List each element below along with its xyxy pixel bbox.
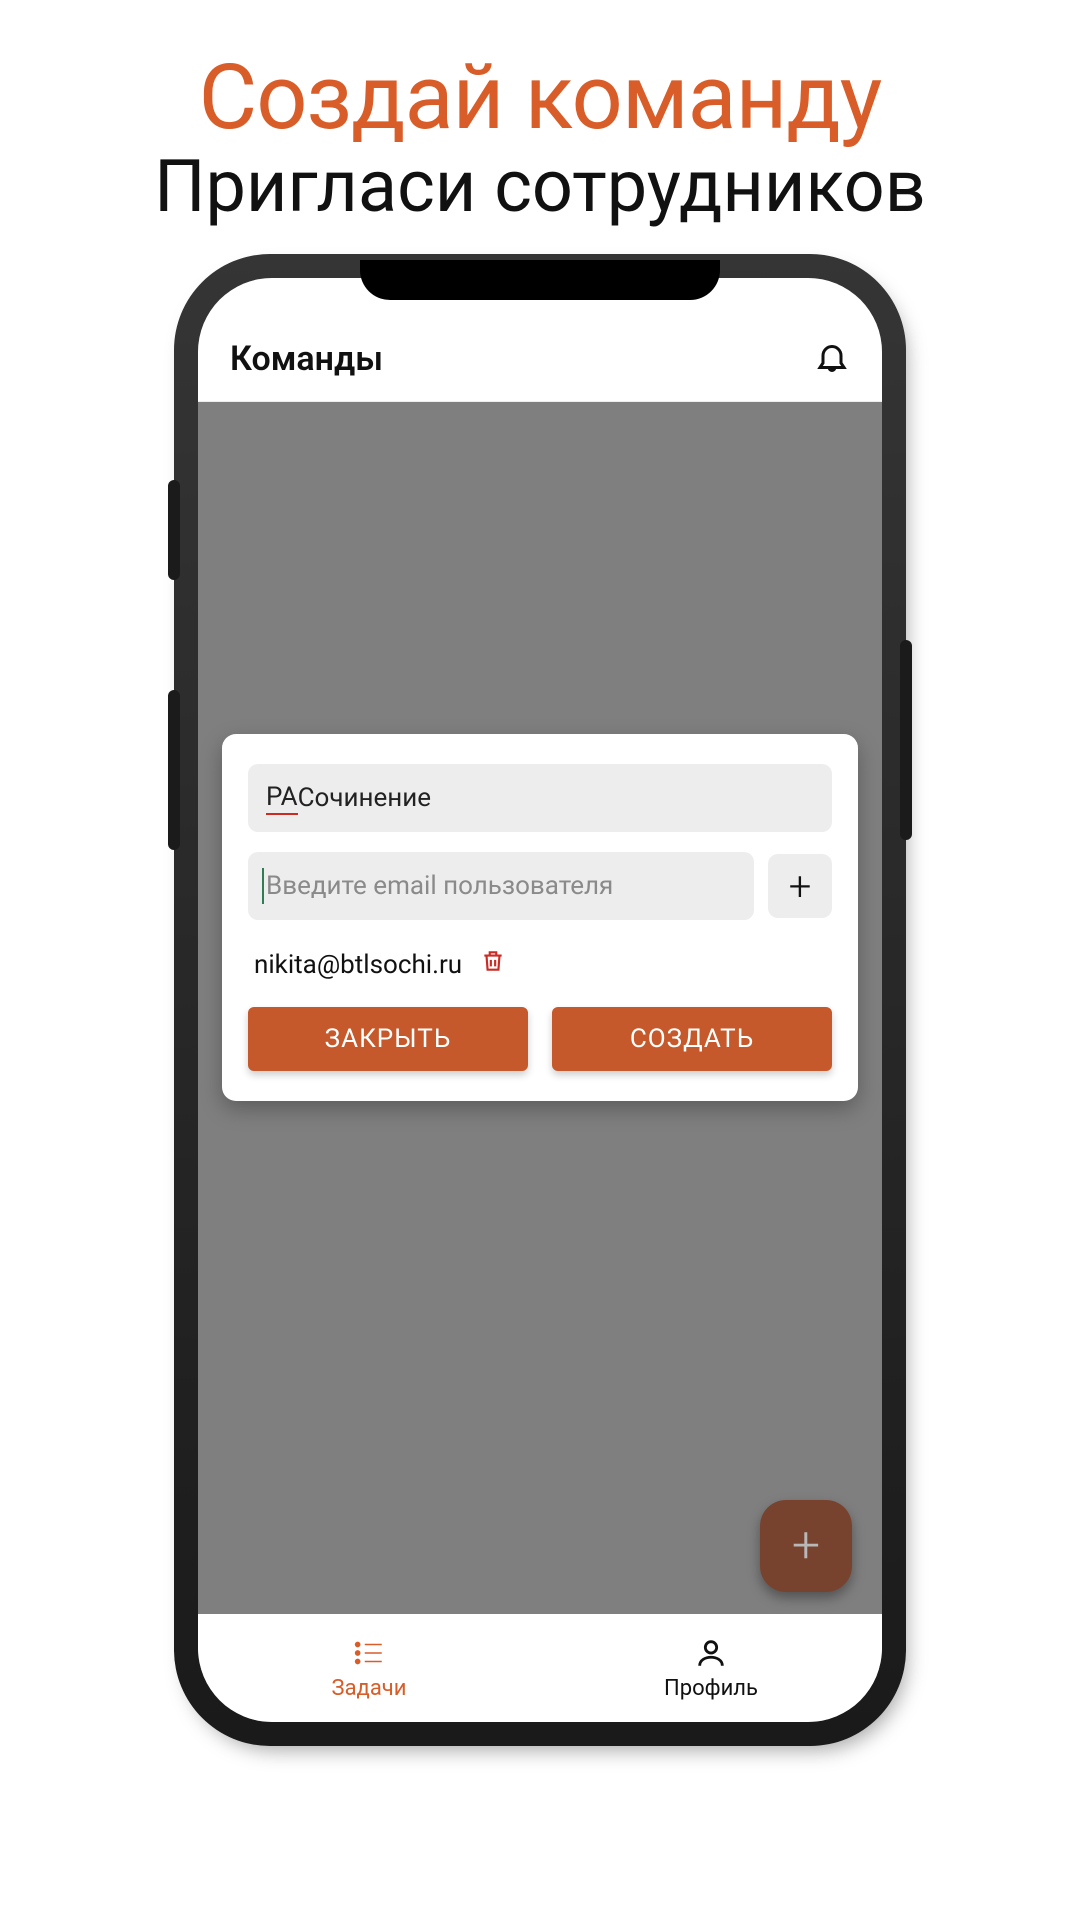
- promo-title: Создай команду: [0, 45, 1080, 150]
- promo-banner: Создай команду Пригласи сотрудников: [0, 0, 1080, 229]
- nav-label: Задачи: [332, 1676, 407, 1701]
- page-title: Команды: [230, 339, 383, 379]
- phone-side-button: [168, 480, 180, 580]
- app-screen: Команды РА Сочинение Введите email польз…: [198, 278, 882, 1722]
- phone-notch: [360, 260, 720, 300]
- phone-side-button: [900, 640, 912, 840]
- add-member-button[interactable]: +: [768, 854, 832, 918]
- plus-icon: +: [792, 1517, 820, 1575]
- trash-icon[interactable]: [480, 948, 506, 981]
- notifications-icon[interactable]: [814, 339, 850, 379]
- phone-side-button: [168, 690, 180, 850]
- email-placeholder: Введите email пользователя: [266, 871, 613, 901]
- promo-subtitle: Пригласи сотрудников: [0, 144, 1080, 229]
- nav-label: Профиль: [664, 1676, 758, 1701]
- member-email: nikita@btlsochi.ru: [254, 950, 462, 980]
- create-button[interactable]: СОЗДАТЬ: [552, 1007, 832, 1071]
- plus-icon: +: [789, 863, 812, 910]
- close-button[interactable]: ЗАКРЫТЬ: [248, 1007, 528, 1071]
- email-input[interactable]: Введите email пользователя: [248, 852, 754, 920]
- create-team-modal: РА Сочинение Введите email пользователя …: [222, 734, 858, 1101]
- person-icon: [694, 1636, 728, 1674]
- list-icon: [352, 1636, 386, 1674]
- team-name-spellcheck: РА: [266, 782, 298, 815]
- phone-frame: Команды РА Сочинение Введите email польз…: [180, 260, 900, 1740]
- fab-add-team[interactable]: +: [760, 1500, 852, 1592]
- team-name-text: Сочинение: [298, 783, 431, 813]
- nav-profile[interactable]: Профиль: [540, 1614, 882, 1722]
- member-row: nikita@btlsochi.ru: [248, 938, 832, 1007]
- nav-tasks[interactable]: Задачи: [198, 1614, 540, 1722]
- team-name-input[interactable]: РА Сочинение: [248, 764, 832, 832]
- text-cursor: [262, 868, 264, 904]
- bottom-nav: Задачи Профиль: [198, 1614, 882, 1722]
